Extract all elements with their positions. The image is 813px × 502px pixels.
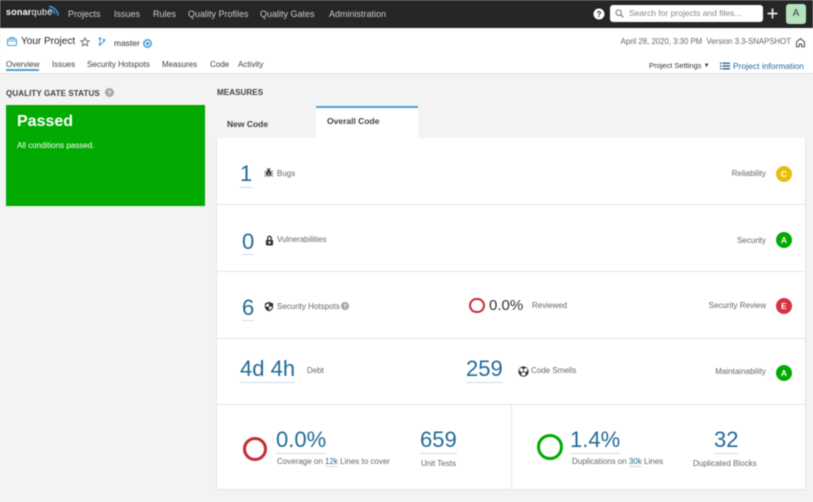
svg-text:?: ? <box>108 90 112 97</box>
svg-text:?: ? <box>597 10 602 19</box>
